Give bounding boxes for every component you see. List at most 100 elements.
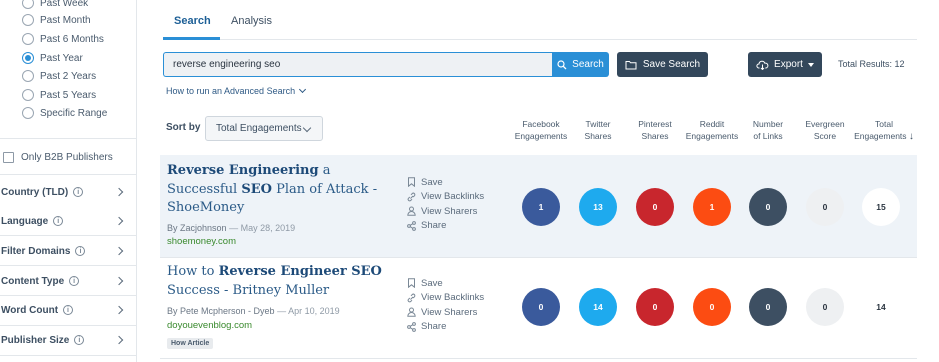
result-actions: Save View Backlinks View Sharers Share xyxy=(407,175,484,233)
evergreen-score-value: 0 xyxy=(806,188,844,226)
date-option-past-2-years[interactable]: Past 2 Years xyxy=(22,68,96,84)
chevron-right-icon xyxy=(114,246,124,256)
radio-button[interactable] xyxy=(22,33,34,45)
column-total-engagements[interactable]: Total Engagements ↓ xyxy=(849,118,919,143)
date-option-past-6-months[interactable]: Past 6 Months xyxy=(22,31,104,47)
column-label-line2: Engagements xyxy=(854,131,907,141)
sort-descending-icon: ↓ xyxy=(908,131,914,142)
b2b-publishers-checkbox-row[interactable]: Only B2B Publishers xyxy=(3,152,113,163)
info-icon[interactable]: i xyxy=(53,216,64,226)
cloud-download-icon xyxy=(756,60,769,70)
search-button[interactable]: Search xyxy=(552,52,609,77)
filter-language[interactable]: Language i xyxy=(0,208,136,234)
view-sharers-action[interactable]: View Sharers xyxy=(407,204,484,219)
date-option-label: Past 5 Years xyxy=(40,89,97,101)
author[interactable]: By Zacjohnson xyxy=(167,223,227,233)
date-option-specific-range[interactable]: Specific Range xyxy=(22,105,107,121)
view-backlinks-action[interactable]: View Backlinks xyxy=(407,190,484,205)
filter-label: Content Type xyxy=(1,275,65,287)
info-icon[interactable]: i xyxy=(69,276,80,286)
result-title[interactable]: Reverse Engineering a Successful SEO Pla… xyxy=(167,162,387,218)
sort-select[interactable]: Total Engagements xyxy=(205,116,323,141)
result-actions: Save View Backlinks View Sharers Share xyxy=(407,276,484,334)
radio-button[interactable] xyxy=(22,70,34,82)
share-label: Share xyxy=(421,220,447,232)
chevron-right-icon xyxy=(114,216,124,226)
date-option-label: Past Year xyxy=(40,52,83,64)
filter-domains[interactable]: Filter Domains i xyxy=(0,238,136,264)
save-action[interactable]: Save xyxy=(407,175,484,190)
chevron-right-icon xyxy=(114,335,124,345)
radio-button-selected[interactable] xyxy=(22,52,34,64)
chevron-right-icon xyxy=(114,305,124,315)
divider xyxy=(0,355,136,356)
sort-by-label: Sort by xyxy=(166,122,201,133)
link-icon xyxy=(407,192,416,202)
share-label: Share xyxy=(421,321,447,333)
advanced-search-link[interactable]: How to run an Advanced Search xyxy=(166,85,307,96)
total-engagements-value: 14 xyxy=(862,288,900,326)
evergreen-score-value: 0 xyxy=(806,288,844,326)
title-text: Success - Britney Muller xyxy=(167,282,330,298)
result-title[interactable]: How to Reverse Engineer SEO Success - Br… xyxy=(167,263,387,300)
info-icon[interactable]: i xyxy=(63,305,74,315)
radio-button[interactable] xyxy=(22,89,34,101)
share-icon xyxy=(407,321,416,332)
chevron-right-icon xyxy=(114,187,124,197)
content-type-badge: How Article xyxy=(167,338,214,349)
search-icon xyxy=(557,59,567,69)
b2b-label: Only B2B Publishers xyxy=(21,152,113,163)
tab-search[interactable]: Search xyxy=(174,15,211,27)
result-row: How to Reverse Engineer SEO Success - Br… xyxy=(160,259,917,358)
filter-label: Word Count xyxy=(1,304,59,316)
chevron-down-icon xyxy=(299,85,307,94)
info-icon[interactable]: i xyxy=(74,335,85,345)
view-backlinks-label: View Backlinks xyxy=(421,292,485,304)
filter-country[interactable]: Country (TLD) i xyxy=(0,179,136,205)
title-highlight: Reverse Engineering xyxy=(167,163,319,178)
view-backlinks-action[interactable]: View Backlinks xyxy=(407,291,484,306)
reddit-engagements-value: 1 xyxy=(693,188,731,226)
title-highlight: Reverse Engineer SEO xyxy=(218,264,382,279)
info-icon[interactable]: i xyxy=(73,187,84,197)
filter-label: Publisher Size xyxy=(1,334,70,346)
b2b-checkbox[interactable] xyxy=(3,152,14,163)
date-option-past-week[interactable]: Past Week xyxy=(22,0,88,11)
save-search-button[interactable]: Save Search xyxy=(617,52,708,77)
view-sharers-action[interactable]: View Sharers xyxy=(407,305,484,320)
export-label: Export xyxy=(774,59,803,70)
total-results: Total Results: 12 xyxy=(838,59,905,69)
share-action[interactable]: Share xyxy=(407,320,484,335)
number-of-links-value: 0 xyxy=(749,188,787,226)
tab-analysis[interactable]: Analysis xyxy=(231,15,272,27)
facebook-engagements-value: 0 xyxy=(522,288,560,326)
author[interactable]: By Pete Mcpherson - Dyeb xyxy=(167,306,275,316)
facebook-engagements-value: 1 xyxy=(522,188,560,226)
export-button[interactable]: Export xyxy=(748,52,822,77)
radio-button[interactable] xyxy=(22,107,34,119)
filter-word-count[interactable]: Word Count i xyxy=(0,297,136,323)
radio-button[interactable] xyxy=(22,0,34,9)
search-input[interactable] xyxy=(163,52,552,77)
row-divider xyxy=(160,257,917,258)
filter-label: Language xyxy=(1,215,49,227)
twitter-shares-value: 14 xyxy=(579,288,617,326)
date-option-label: Past 6 Months xyxy=(40,33,104,45)
divider xyxy=(0,325,136,326)
date-option-past-year[interactable]: Past Year xyxy=(22,50,83,66)
number-of-links-value: 0 xyxy=(749,288,787,326)
folder-icon xyxy=(625,60,637,69)
date-option-past-5-years[interactable]: Past 5 Years xyxy=(22,87,96,103)
divider xyxy=(0,174,136,175)
info-icon[interactable]: i xyxy=(75,246,86,256)
result-domain[interactable]: shoemoney.com xyxy=(167,236,236,247)
filter-content-type[interactable]: Content Type i xyxy=(0,268,136,294)
radio-button[interactable] xyxy=(22,14,34,26)
share-action[interactable]: Share xyxy=(407,219,484,234)
date-option-label: Specific Range xyxy=(40,107,108,119)
date-option-past-month[interactable]: Past Month xyxy=(22,12,91,28)
filter-publisher-size[interactable]: Publisher Size i xyxy=(0,327,136,353)
result-domain[interactable]: doyouevenblog.com xyxy=(167,320,252,331)
bookmark-icon xyxy=(408,177,415,188)
save-action[interactable]: Save xyxy=(407,276,484,291)
